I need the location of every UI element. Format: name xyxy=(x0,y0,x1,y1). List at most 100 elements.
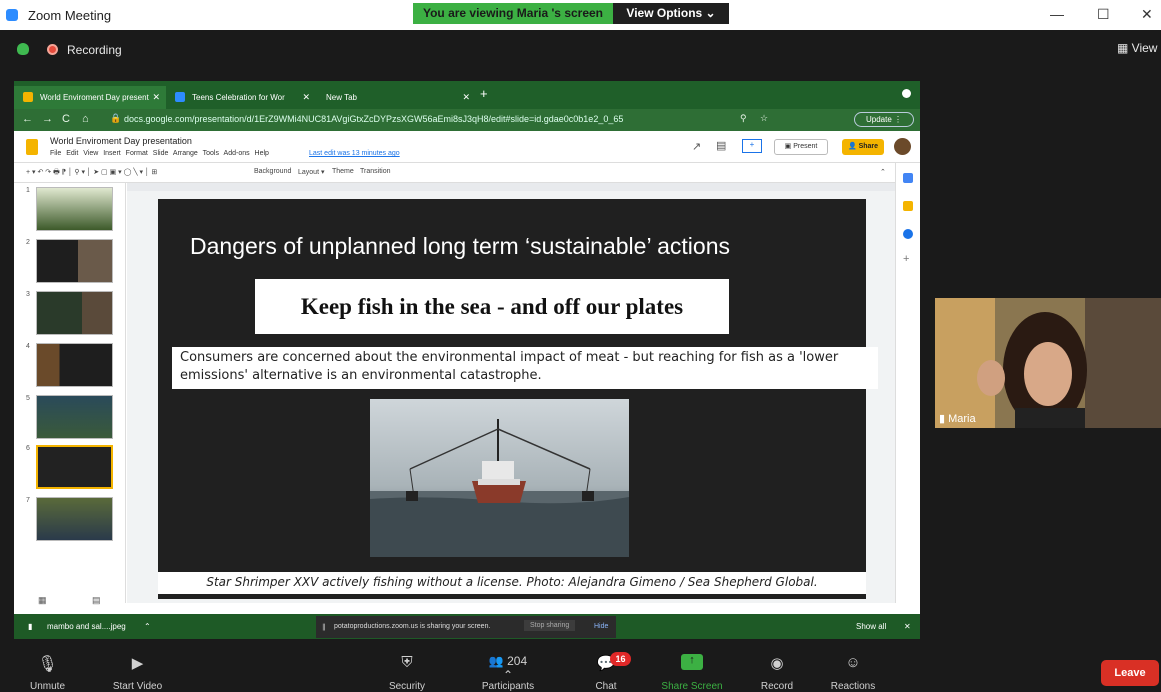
slide-thumbnail[interactable] xyxy=(36,395,113,439)
share-screen-label: Share Screen xyxy=(661,681,723,692)
update-button[interactable]: Update ⋮ xyxy=(854,112,914,127)
slide-thumbnail-selected[interactable] xyxy=(36,445,113,489)
stop-sharing-button[interactable]: Stop sharing xyxy=(524,620,576,631)
filmstrip-view-icon[interactable]: ▤ xyxy=(92,595,101,606)
comments-icon[interactable]: ▤ xyxy=(716,139,726,152)
url-text[interactable]: docs.google.com/presentation/d/1ErZ9WMi4… xyxy=(124,114,623,124)
reactions-icon: ☺ xyxy=(845,654,861,671)
document-title[interactable]: World Enviroment Day presentation xyxy=(50,136,192,146)
participant-name-label: Maria xyxy=(948,413,976,425)
docs-menu-bar[interactable]: File Edit View Insert Format Slide Arran… xyxy=(50,150,269,157)
grid-view-icon[interactable]: ▦ xyxy=(38,595,47,606)
present-button[interactable]: ▣ Present xyxy=(774,139,828,155)
download-menu-icon[interactable]: ⌃ xyxy=(144,622,151,631)
docs-header: World Enviroment Day presentation File E… xyxy=(14,131,920,163)
back-icon[interactable]: ← xyxy=(22,113,33,125)
photo-caption: Star Shrimper XXV actively fishing witho… xyxy=(206,575,818,589)
bookmark-star-icon[interactable]: ☆ xyxy=(760,113,768,124)
tab-label: World Enviroment Day present xyxy=(40,93,149,102)
close-button[interactable]: ✕ xyxy=(1141,6,1153,23)
forward-icon[interactable]: → xyxy=(42,113,53,125)
slide-number: 5 xyxy=(26,395,30,402)
side-panel: + xyxy=(895,163,920,603)
slide-number: 7 xyxy=(26,497,30,504)
view-label: View xyxy=(1131,41,1158,55)
account-avatar[interactable] xyxy=(894,138,911,155)
minimize-button[interactable]: — xyxy=(1050,6,1064,22)
browser-tab[interactable]: World Enviroment Day present ✕ xyxy=(14,86,166,109)
maximize-button[interactable]: ☐ xyxy=(1097,6,1110,23)
close-tab-icon[interactable]: ✕ xyxy=(302,86,310,109)
docs-toolbar: + ▾ ↶ ↷ 🖶 ⁋ │ ⚲ ▾ │ ➤ ▢ ▣ ▾ ◯ ╲ ▾ │ ⊞ Ba… xyxy=(14,163,920,183)
theme-button[interactable]: Theme xyxy=(332,168,354,175)
layout-button[interactable]: Layout ▾ xyxy=(298,168,324,176)
tab-label: New Tab xyxy=(326,93,357,102)
hide-button[interactable]: Hide xyxy=(594,623,608,630)
background-button[interactable]: Background xyxy=(254,168,291,175)
meet-icon[interactable]: + xyxy=(742,139,762,153)
grid-icon: ▦ xyxy=(1117,41,1132,55)
ruler xyxy=(127,183,895,191)
close-tab-icon[interactable]: ✕ xyxy=(462,86,470,109)
activity-icon[interactable]: ↗ xyxy=(692,140,701,153)
close-downloads-icon[interactable]: ✕ xyxy=(904,622,911,631)
participant-name: ▮ Maria xyxy=(939,412,976,425)
sharing-message: potatoproductions.zoom.us is sharing you… xyxy=(334,623,491,630)
calendar-icon[interactable] xyxy=(903,173,913,183)
last-edit-link[interactable]: Last edit was 13 minutes ago xyxy=(309,150,400,157)
view-button[interactable]: ▦ View xyxy=(1117,41,1157,55)
browser-tab[interactable]: New Tab ✕ xyxy=(316,86,476,109)
slide-subtext: Consumers are concerned about the enviro… xyxy=(180,350,839,383)
keep-icon[interactable] xyxy=(903,201,913,211)
participants-label: Participants xyxy=(481,681,535,692)
browser-tab[interactable]: Teens Celebration for Wor ✕ xyxy=(166,86,316,109)
slide-number: 4 xyxy=(26,343,30,350)
share-button[interactable]: 👤 Share xyxy=(842,139,884,155)
muted-mic-icon: 🎙 xyxy=(37,656,58,673)
chrome-menu-icon[interactable] xyxy=(902,89,911,98)
collapse-icon[interactable]: ⌃ xyxy=(880,168,886,176)
new-slide-icon[interactable]: + ▾ ↶ ↷ 🖶 ⁋ │ ⚲ ▾ │ ➤ ▢ ▣ ▾ ◯ ╲ ▾ │ ⊞ xyxy=(26,168,157,179)
view-options-button[interactable]: View Options ⌄ xyxy=(613,3,729,24)
slides-icon xyxy=(23,92,33,102)
slide-thumbnail[interactable] xyxy=(36,239,113,283)
lock-icon: 🔒 xyxy=(110,113,122,123)
address-bar: ← → C ⌂ 🔒 docs.google.com/presentation/d… xyxy=(14,109,920,131)
zoom-tab-icon xyxy=(175,92,185,102)
tasks-icon[interactable] xyxy=(903,229,913,239)
slide-thumbnail[interactable] xyxy=(36,497,113,541)
security-shield-icon[interactable] xyxy=(17,43,29,55)
share-screen-icon: ↑ xyxy=(681,654,703,670)
slide-title: Dangers of unplanned long term ‘sustaina… xyxy=(190,233,730,259)
show-all-button[interactable]: Show all xyxy=(856,622,886,631)
record-label: Record xyxy=(760,681,794,692)
slide-thumbnail[interactable] xyxy=(36,291,113,335)
participant-video[interactable]: ▮ Maria xyxy=(935,298,1161,428)
transition-button[interactable]: Transition xyxy=(360,168,390,175)
slides-logo-icon[interactable] xyxy=(26,139,38,155)
current-slide[interactable]: Dangers of unplanned long term ‘sustaina… xyxy=(158,199,878,599)
signal-icon: ▮ xyxy=(939,413,949,425)
close-tab-icon[interactable]: ✕ xyxy=(152,86,160,109)
tab-label: Teens Celebration for Wor xyxy=(192,93,285,102)
trawler-photo xyxy=(370,399,629,557)
recording-icon xyxy=(47,44,58,55)
download-file-name[interactable]: mambo and sal....jpeg xyxy=(47,622,126,631)
pause-icon: ∥ xyxy=(322,624,326,631)
record-icon: ◉ xyxy=(770,655,784,672)
home-icon[interactable]: ⌂ xyxy=(82,113,89,125)
slide-thumbnail[interactable] xyxy=(36,343,113,387)
security-label: Security xyxy=(388,681,426,692)
add-addon-icon[interactable]: + xyxy=(903,253,909,265)
search-icon[interactable]: ⚲ xyxy=(740,113,747,124)
subtext-box: Consumers are concerned about the enviro… xyxy=(172,347,878,389)
slide-number: 2 xyxy=(26,239,30,246)
window-titlebar: Zoom Meeting You are viewing Maria 's sc… xyxy=(0,0,1161,30)
shared-screen: World Enviroment Day present ✕ Teens Cel… xyxy=(14,81,920,639)
leave-button[interactable]: Leave xyxy=(1101,660,1159,686)
reload-icon[interactable]: C xyxy=(62,113,70,125)
new-tab-icon[interactable]: + xyxy=(480,86,488,101)
start-video-label: Start Video xyxy=(112,681,163,692)
slide-thumbnail[interactable] xyxy=(36,187,113,231)
headline-box: Keep fish in the sea - and off our plate… xyxy=(255,279,729,334)
